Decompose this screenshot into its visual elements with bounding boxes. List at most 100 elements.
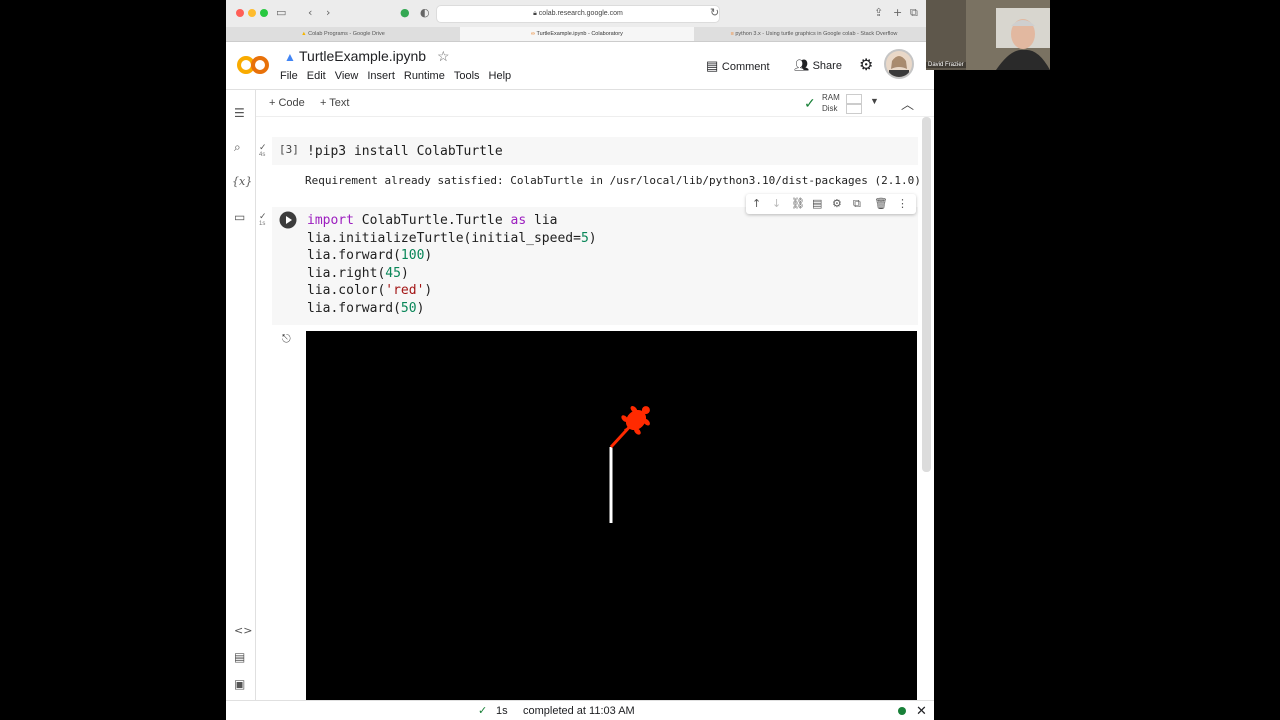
participant-name: David Frazier [926,62,966,68]
address-bar[interactable]: 🔒︎ colab.research.google.com [436,5,720,23]
share-page-icon[interactable]: ⇪ [874,6,883,19]
speed-value: 5 [580,231,589,246]
cell1-exec-count: [3] [279,143,299,156]
add-code-button[interactable]: + Code [269,97,305,109]
menu-runtime[interactable]: Runtime [404,70,445,82]
code-line-4[interactable]: lia.right(45) [307,266,409,281]
code-line-6[interactable]: lia.forward(50) [307,301,424,316]
code-cell-1[interactable]: [3] !pip3 install ColabTurtle [272,137,918,165]
left-sidebar: ☰ ⌕ {x} ▭ <> ▤ ▣ [226,90,256,720]
menu-insert[interactable]: Insert [367,70,395,82]
notebook-scrollbar[interactable] [922,117,931,472]
comment-button[interactable]: ▤ Comment [706,58,770,74]
notebook-toolbar: + Code + Text ✓ RAM Disk ▼ ︿ [256,90,934,117]
webcam-overlay: David Frazier [926,0,1050,70]
delete-cell-icon[interactable]: 🗑︎ [874,197,888,210]
command-palette-icon[interactable]: ▤ [234,650,245,664]
tab-colab[interactable]: ∞ TurtleExample.ipynb - Colaboratory [460,27,694,41]
mirror-cell-icon[interactable]: ⧉ [853,197,861,211]
move-down-icon[interactable]: ↓ [772,197,781,210]
menu-bar: File Edit View Insert Runtime Tools Help [280,70,520,82]
share-button[interactable]: 👥︎ Share [794,58,842,72]
extension-icon[interactable]: ● [400,6,410,19]
minimize-window-button[interactable] [248,9,256,17]
browser-toolbar: ▭ ‹ › ● ◐ 🔒︎ colab.research.google.com ↻… [226,0,934,28]
runtime-dropdown-icon[interactable]: ▼ [870,96,879,106]
comment-icon: ▤ [706,58,722,73]
cell1-time: 4s [259,152,266,158]
menu-help[interactable]: Help [489,70,512,82]
drive-file-icon: ▲ [284,50,296,64]
avatar-image [889,55,909,77]
status-bar: ✓ 1s completed at 11:03 AM ✕ [226,700,934,720]
tab-overview-icon[interactable]: ⧉ [910,6,918,20]
sidebar-icon[interactable]: ▭ [276,6,286,19]
status-green-dot [898,707,906,715]
search-icon[interactable]: ⌕ [234,140,241,155]
turtle-drawing [609,406,650,523]
url-text: colab.research.google.com [538,10,623,17]
variables-icon[interactable]: {x} [232,175,252,188]
colab-logo[interactable] [236,53,270,77]
code-line-2[interactable]: lia.initializeTurtle(initial_speed=5) [307,231,597,246]
resources-indicator[interactable]: RAM Disk [822,92,840,114]
move-up-icon[interactable]: ↑ [752,197,761,210]
more-options-icon[interactable]: ⋮ [897,197,908,210]
cell1-source[interactable]: !pip3 install ColabTurtle [307,144,503,159]
close-window-button[interactable] [236,9,244,17]
browser-window: ▭ ‹ › ● ◐ 🔒︎ colab.research.google.com ↻… [226,0,934,720]
menu-edit[interactable]: Edit [307,70,326,82]
cell-settings-icon[interactable]: ⚙ [832,197,842,210]
disk-label: Disk [822,104,838,113]
menu-tools[interactable]: Tools [454,70,480,82]
tab-strip: ▲ Colab Programs - Google Drive ∞ Turtle… [226,27,934,42]
back-icon[interactable]: ‹ [308,6,312,19]
privacy-icon[interactable]: ◐ [420,6,430,19]
connected-check-icon: ✓ [804,95,816,111]
as-keyword: as [510,213,527,228]
tab-stackoverflow[interactable]: ≡ python 3.x - Using turtle graphics in … [694,27,934,41]
menu-file[interactable]: File [280,70,298,82]
status-message: completed at 11:03 AM [523,705,635,717]
status-close-icon[interactable]: ✕ [916,703,927,719]
collapse-header-icon[interactable]: ︿ [901,94,914,113]
cell-toolbar: ↑ ↓ ⛓ ▤ ⚙ ⧉ 🗑︎ ⋮ [746,194,916,214]
turtle-canvas [306,331,917,701]
code-line-3[interactable]: lia.forward(100) [307,248,432,263]
settings-gear-icon[interactable]: ⚙ [859,55,873,75]
forward-value-1: 100 [400,248,425,263]
code-line-5[interactable]: lia.color('red') [307,283,432,298]
menu-view[interactable]: View [335,70,359,82]
right-value: 45 [385,266,401,281]
code-cell-2[interactable]: import ColabTurtle.Turtle as lia lia.ini… [272,207,918,325]
reload-icon[interactable]: ↻ [710,6,719,19]
code-line-1[interactable]: import ColabTurtle.Turtle as lia [307,213,557,228]
ram-bar [846,94,862,104]
user-avatar[interactable] [884,49,914,79]
code-snippets-icon[interactable]: <> [234,624,252,637]
comment-cell-icon[interactable]: ▤ [812,197,822,210]
star-icon[interactable]: ☆ [437,48,450,65]
import-keyword: import [307,213,354,228]
maximize-window-button[interactable] [260,9,268,17]
forward-value-2: 50 [400,301,417,316]
table-of-contents-icon[interactable]: ☰ [234,106,245,120]
colab-header: ▲ TurtleExample.ipynb ☆ File Edit View Inse… [226,42,934,90]
status-duration: 1s [496,705,508,717]
tab-drive[interactable]: ▲ Colab Programs - Google Drive [226,27,460,41]
run-cell-icon[interactable] [279,211,297,229]
link-icon[interactable]: ⛓ [791,197,805,210]
color-string: 'red' [385,283,425,298]
forward-icon[interactable]: › [326,6,330,19]
new-tab-icon[interactable]: + [893,6,902,19]
notebook-title[interactable]: TurtleExample.ipynb [299,48,426,64]
cell2-time: 1s [259,221,266,227]
disk-bar [846,104,862,114]
webcam-person [926,0,1050,70]
files-folder-icon[interactable]: ▭ [234,210,245,224]
ram-label: RAM [822,93,840,102]
output-menu-icon[interactable]: ⎋ [282,333,291,346]
terminal-icon[interactable]: ▣ [234,677,245,691]
people-icon: 👥︎ [794,58,813,72]
add-text-button[interactable]: + Text [320,97,349,109]
